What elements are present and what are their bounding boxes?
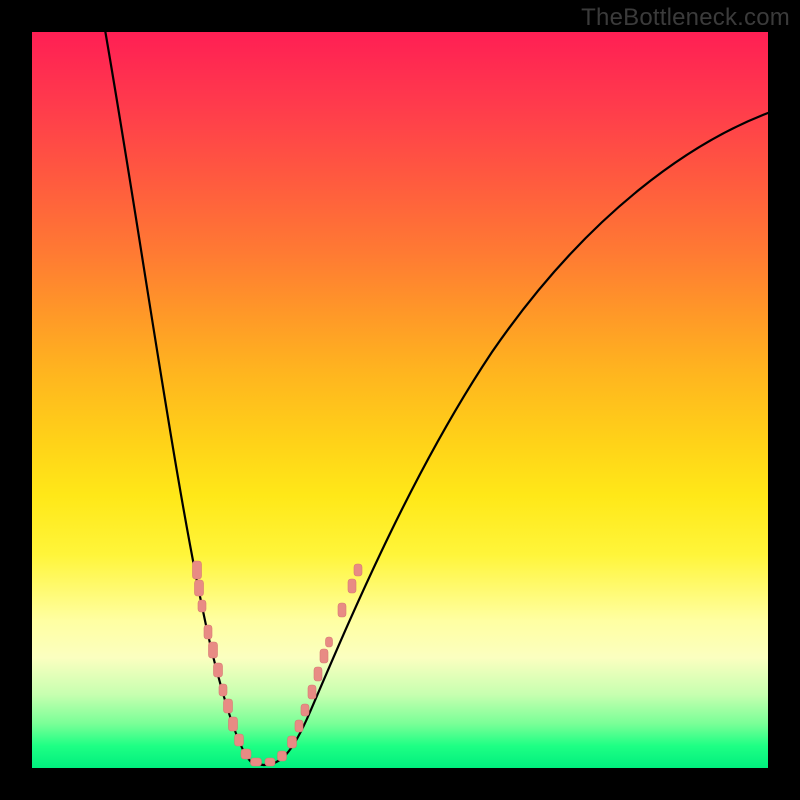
data-marker — [219, 684, 227, 696]
watermark-text: TheBottleneck.com — [581, 4, 790, 32]
data-marker — [314, 667, 322, 681]
plot-area — [32, 32, 768, 768]
data-marker — [348, 579, 356, 593]
data-marker — [224, 699, 233, 713]
data-marker — [251, 758, 262, 766]
data-marker — [193, 561, 202, 579]
data-marker — [204, 625, 212, 639]
data-marker — [338, 603, 346, 617]
data-marker — [214, 663, 223, 677]
data-marker — [241, 749, 251, 759]
data-marker — [235, 734, 244, 746]
data-marker — [265, 758, 275, 766]
data-marker — [354, 564, 362, 576]
data-marker — [195, 580, 204, 596]
data-marker — [326, 637, 333, 647]
data-markers — [193, 561, 363, 766]
data-marker — [288, 736, 297, 748]
right-curve — [264, 110, 776, 765]
data-marker — [320, 649, 328, 663]
data-marker — [209, 642, 218, 658]
curves-svg — [32, 32, 768, 768]
data-marker — [278, 751, 287, 761]
data-marker — [229, 717, 238, 731]
data-marker — [295, 720, 303, 732]
chart-frame: TheBottleneck.com — [0, 0, 800, 800]
data-marker — [198, 600, 206, 612]
data-marker — [308, 685, 316, 699]
left-curve — [104, 24, 264, 765]
data-marker — [301, 704, 309, 716]
